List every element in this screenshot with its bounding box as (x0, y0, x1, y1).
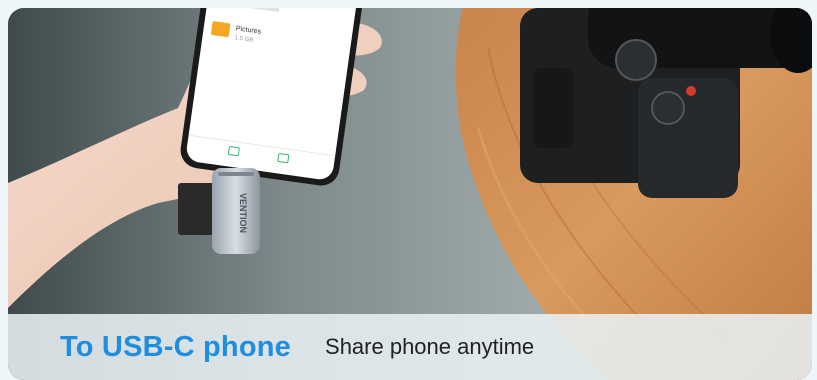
adapter-brand: VENTION (238, 193, 248, 233)
caption-bar: To USB-C phone Share phone anytime (8, 314, 812, 380)
phone: Pictures 1.5 GB (180, 8, 364, 186)
folder-icon (211, 21, 231, 38)
caption-title: To USB-C phone (60, 330, 292, 363)
product-banner: Pictures 1.5 GB VENTION To USB-C phone S… (8, 8, 812, 380)
caption-subtitle: Share phone anytime (325, 334, 535, 359)
